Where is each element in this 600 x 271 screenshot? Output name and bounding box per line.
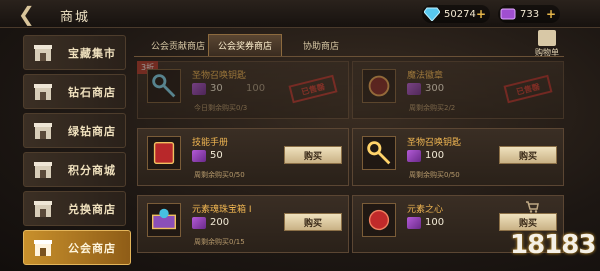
purchase-limit: 周剩余购买0/50 — [194, 171, 245, 179]
shop-item-card: 技能手册 50 周剩余购买0/50 购买 — [137, 128, 349, 186]
buy-button[interactable]: 购买 — [499, 146, 557, 164]
sidebar-item-points-mall[interactable]: 积分商城 — [23, 152, 126, 187]
top-bar: ❮ 商城 50274 + 733 + — [0, 0, 600, 28]
item-name: 圣物召唤钥匙 — [192, 71, 247, 81]
purchase-limit: 周剩余购买2/2 — [409, 104, 456, 112]
shop-item-card: 元素魂珠宝箱 I 200 周剩余购买0/15 购买 — [137, 195, 349, 253]
shop-item-card: 圣物召唤钥匙 100 周剩余购买0/50 购买 — [352, 128, 564, 186]
item-original-price: 100 — [246, 83, 266, 94]
shopping-list-button[interactable]: 购物单 — [530, 30, 564, 58]
element-heart-icon — [362, 203, 396, 237]
sidebar-item-label: 积分商城 — [68, 163, 116, 177]
diamond-counter: 50274 + — [422, 5, 490, 23]
guild-ticket-icon — [192, 83, 206, 95]
diamond-icon — [424, 7, 440, 21]
guild-ticket-icon — [192, 150, 206, 162]
shop-icon — [34, 239, 52, 256]
sold-out-stamp: 已售罄 — [288, 74, 338, 104]
sidebar-item-label: 钻石商店 — [68, 85, 116, 99]
guild-ticket-icon — [192, 217, 206, 229]
item-price: 300 — [425, 83, 445, 94]
skill-book-icon — [147, 136, 181, 170]
tab-assist-shop[interactable]: 协助商店 — [284, 34, 358, 56]
treasure-chest-icon — [147, 203, 181, 237]
sidebar-item-label: 宝藏集市 — [68, 46, 116, 60]
key-icon — [362, 136, 396, 170]
shop-icon — [34, 161, 52, 178]
sidebar-item-label: 兑换商店 — [68, 202, 116, 216]
key-icon — [147, 69, 181, 103]
sidebar-item-green-diamond-shop[interactable]: 绿钻商店 — [23, 113, 126, 148]
watermark-logo: 18183 — [504, 222, 596, 268]
guild-ticket-icon — [407, 83, 421, 95]
add-diamond-button[interactable]: + — [476, 7, 486, 21]
shop-screen: ❮ 商城 50274 + 733 + 宝藏集市 钻石商店 绿钻商店 积分商城 兑… — [0, 0, 600, 271]
buy-button[interactable]: 购买 — [284, 146, 342, 164]
sidebar: 宝藏集市 钻石商店 绿钻商店 积分商城 兑换商店 公会商店 — [0, 28, 132, 271]
purchase-limit: 今日剩余购买0/3 — [194, 104, 248, 112]
ticket-value: 733 — [520, 8, 540, 20]
purchase-limit: 周剩余购买0/50 — [409, 171, 460, 179]
sidebar-item-label: 公会商店 — [68, 241, 116, 255]
sidebar-item-treasure-market[interactable]: 宝藏集市 — [23, 35, 126, 70]
page-title: 商城 — [60, 10, 91, 25]
tab-guild-ticket-shop[interactable]: 公会奖券商店 — [208, 34, 282, 56]
item-price: 200 — [210, 217, 230, 228]
purchase-limit: 周剩余购买0/15 — [194, 238, 245, 246]
shop-icon — [34, 200, 52, 217]
sidebar-item-guild-shop[interactable]: 公会商店 — [23, 230, 131, 265]
badge-icon — [362, 69, 396, 103]
item-price: 100 — [425, 217, 445, 228]
guild-ticket-icon — [407, 150, 421, 162]
item-price: 50 — [210, 150, 223, 161]
shop-icon — [34, 44, 52, 61]
shopping-list-label: 购物单 — [535, 48, 559, 57]
item-name: 魔法徽章 — [407, 71, 444, 81]
shop-item-card: 3折 圣物召唤钥匙 30 100 今日剩余购买0/3 已售罄 — [137, 61, 349, 119]
guild-ticket-icon — [407, 217, 421, 229]
buy-button[interactable]: 购买 — [284, 213, 342, 231]
sidebar-item-diamond-shop[interactable]: 钻石商店 — [23, 74, 126, 109]
add-ticket-button[interactable]: + — [546, 7, 556, 21]
shopping-list-icon — [538, 30, 556, 46]
back-icon[interactable]: ❮ — [18, 4, 40, 24]
shop-tabs: 公会贡献商店 公会奖券商店 协助商店 — [134, 34, 534, 56]
shop-item-card: 魔法徽章 300 周剩余购买2/2 已售罄 — [352, 61, 564, 119]
item-price: 30 — [210, 83, 223, 94]
item-name: 技能手册 — [192, 138, 229, 148]
shop-icon — [34, 122, 52, 139]
shop-icon — [34, 83, 52, 100]
sold-out-stamp: 已售罄 — [503, 74, 553, 104]
sidebar-item-exchange-shop[interactable]: 兑换商店 — [23, 191, 126, 226]
ticket-counter: 733 + — [498, 5, 560, 23]
watermark-text: 18183 — [510, 230, 596, 260]
item-price: 100 — [425, 150, 445, 161]
cart-icon — [526, 201, 539, 213]
item-name: 元素之心 — [407, 205, 444, 215]
tab-divider — [134, 56, 564, 57]
item-name: 元素魂珠宝箱 I — [192, 205, 252, 215]
sidebar-item-label: 绿钻商店 — [68, 124, 116, 138]
diamond-value: 50274 — [444, 8, 476, 20]
guild-ticket-icon — [500, 8, 516, 20]
item-name: 圣物召唤钥匙 — [407, 138, 462, 148]
